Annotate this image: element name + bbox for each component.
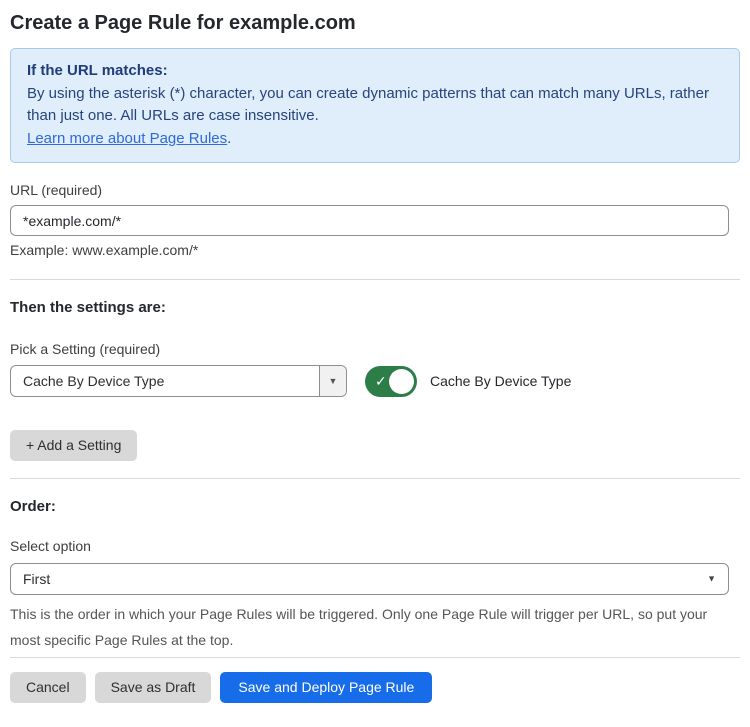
page-title: Create a Page Rule for example.com bbox=[10, 10, 740, 36]
order-select-label: Select option bbox=[10, 538, 740, 555]
url-helper: Example: www.example.com/* bbox=[10, 242, 740, 259]
setting-row: Cache By Device Type ▼ ✓ Cache By Device… bbox=[10, 365, 740, 397]
info-box-body: By using the asterisk (*) character, you… bbox=[27, 83, 723, 127]
cache-device-toggle[interactable]: ✓ bbox=[365, 366, 417, 397]
chevron-down-icon: ▼ bbox=[707, 575, 716, 584]
info-link-line: Learn more about Page Rules. bbox=[27, 128, 723, 150]
divider bbox=[10, 657, 740, 658]
url-label: URL (required) bbox=[10, 182, 740, 199]
setting-picker-label: Pick a Setting (required) bbox=[10, 341, 740, 358]
setting-picker-select[interactable]: Cache By Device Type ▼ bbox=[10, 365, 347, 397]
toggle-knob bbox=[389, 369, 414, 394]
link-suffix: . bbox=[227, 130, 231, 147]
page-rule-form: Create a Page Rule for example.com If th… bbox=[0, 10, 750, 727]
divider bbox=[10, 279, 740, 280]
order-helper: This is the order in which your Page Rul… bbox=[10, 601, 729, 653]
order-select-value: First bbox=[11, 571, 728, 587]
toggle-label: Cache By Device Type bbox=[430, 373, 571, 389]
url-match-info-box: If the URL matches: By using the asteris… bbox=[10, 48, 740, 163]
dropdown-arrow-button[interactable]: ▼ bbox=[319, 366, 346, 396]
add-setting-button[interactable]: + Add a Setting bbox=[10, 430, 137, 461]
url-input[interactable] bbox=[10, 205, 729, 236]
setting-picker-value: Cache By Device Type bbox=[11, 373, 319, 389]
settings-heading: Then the settings are: bbox=[10, 298, 740, 317]
order-select[interactable]: First ▼ bbox=[10, 563, 729, 595]
learn-more-link[interactable]: Learn more about Page Rules bbox=[27, 130, 227, 147]
divider bbox=[10, 478, 740, 479]
check-icon: ✓ bbox=[375, 374, 387, 388]
info-box-heading: If the URL matches: bbox=[27, 60, 723, 82]
chevron-down-icon: ▼ bbox=[329, 377, 338, 386]
order-heading: Order: bbox=[10, 497, 740, 516]
